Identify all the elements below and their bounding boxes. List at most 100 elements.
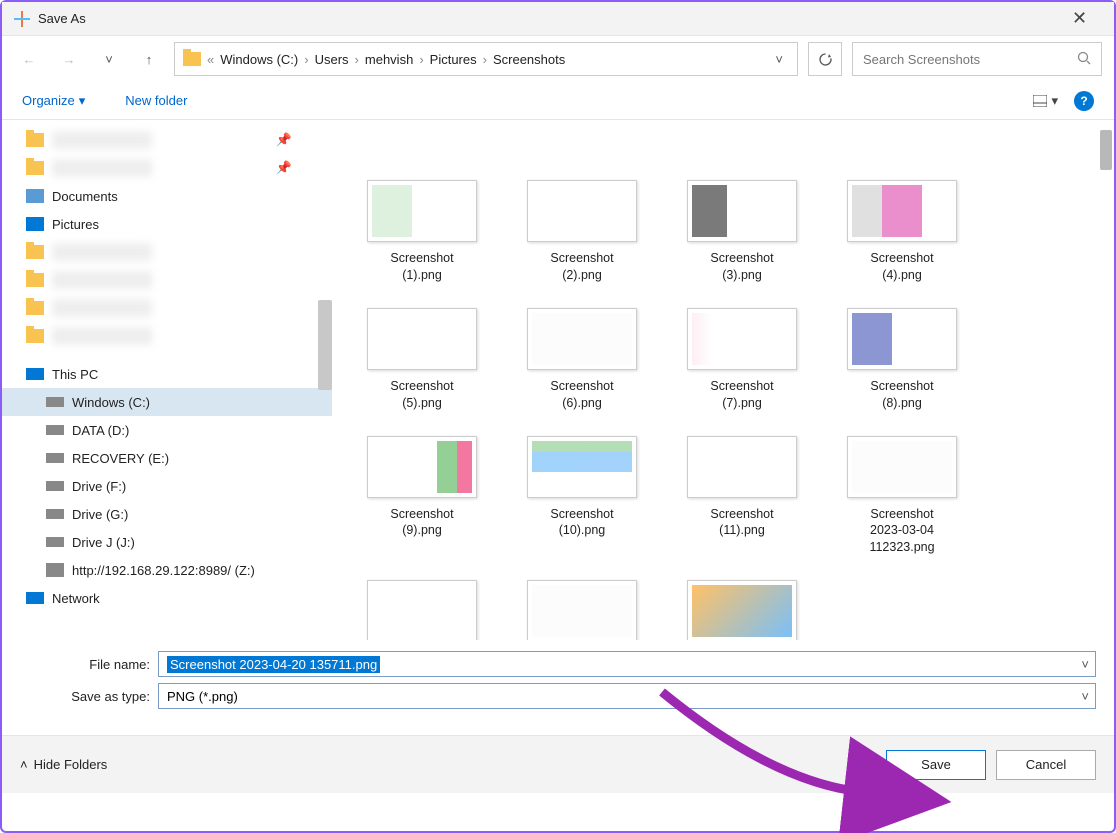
file-item[interactable]: Screenshot(6).png [522,308,642,412]
file-label: Screenshot(2).png [550,250,613,284]
breadcrumb-item[interactable]: Screenshots [489,52,569,67]
drive-icon [46,481,64,491]
file-item[interactable]: Screenshot(11).png [682,436,802,557]
file-thumbnail [687,308,797,370]
nav-recent-button[interactable]: ˅ [94,44,124,74]
sidebar-item-drive[interactable]: Drive J (J:) [2,528,332,556]
file-item[interactable]: Screenshot(4).png [842,180,962,284]
cancel-button[interactable]: Cancel [996,750,1096,780]
file-item[interactable]: Screenshot(1).png [362,180,482,284]
breadcrumb-item[interactable]: Windows (C:) [216,52,302,67]
sidebar-item-drive[interactable]: Windows (C:) [2,388,332,416]
close-button[interactable]: ✕ [1057,8,1102,29]
breadcrumb-item[interactable]: Pictures [426,52,481,67]
address-bar[interactable]: « Windows (C:)› Users› mehvish› Pictures… [174,42,798,76]
file-label: Screenshot(5).png [390,378,453,412]
file-thumbnail [527,308,637,370]
folder-icon [26,133,44,147]
file-item[interactable]: Screenshot(5).png [362,308,482,412]
navigation-pane: 📌 📌 Documents Pictures This PC Windows (… [2,120,332,640]
drive-icon [46,509,64,519]
content-scrollbar[interactable] [1100,130,1112,170]
hide-folders-button[interactable]: ˄ Hide Folders [20,757,107,772]
search-icon [1077,51,1091,68]
file-item[interactable]: Screenshot(3).png [682,180,802,284]
file-label: Screenshot(1).png [390,250,453,284]
nav-up-button[interactable]: ↑ [134,44,164,74]
filename-input[interactable]: Screenshot 2023-04-20 135711.png ˅ [158,651,1096,677]
file-item[interactable]: Screenshot(8).png [842,308,962,412]
file-thumbnail [527,180,637,242]
file-label: Screenshot(3).png [710,250,773,284]
nav-back-button[interactable]: ← [14,44,44,74]
file-item[interactable]: Screenshot2023-03-04112429.png [522,580,642,640]
filetype-select[interactable]: PNG (*.png) ˅ [158,683,1096,709]
file-label: Screenshot(7).png [710,378,773,412]
sidebar-item-netdrive[interactable]: http://192.168.29.122:8989/ (Z:) [2,556,332,584]
sidebar-item[interactable] [2,238,332,266]
breadcrumb-item[interactable]: Users [311,52,353,67]
file-thumbnail [527,580,637,640]
file-item[interactable]: Screenshot(10).png [522,436,642,557]
file-thumbnail [367,436,477,498]
sidebar-item[interactable] [2,322,332,350]
sidebar-item-thispc[interactable]: This PC [2,360,332,388]
folder-icon [26,301,44,315]
search-box[interactable] [852,42,1102,76]
file-thumbnail [367,580,477,640]
chevron-down-icon: ▾ [79,93,86,109]
sidebar-item-drive[interactable]: DATA (D:) [2,416,332,444]
folder-icon [183,52,201,66]
new-folder-button[interactable]: New folder [125,93,187,108]
sidebar-scrollbar[interactable] [318,300,332,390]
sidebar-item-pictures[interactable]: Pictures [2,210,332,238]
file-item[interactable]: Screenshot(9).png [362,436,482,557]
search-input[interactable] [863,52,1077,67]
file-item[interactable]: Screenshot2023-03-04112443.png [682,580,802,640]
view-options-button[interactable]: ▾ [1033,93,1058,109]
nav-forward-button[interactable]: → [54,44,84,74]
chevron-right-icon: › [302,52,310,67]
sidebar-item-drive[interactable]: RECOVERY (E:) [2,444,332,472]
file-thumbnail [687,580,797,640]
file-label: Screenshot(11).png [710,506,773,540]
chevron-down-icon[interactable]: ˅ [1081,689,1089,704]
save-button[interactable]: Save [886,750,986,780]
help-button[interactable]: ? [1074,91,1094,111]
breadcrumb-item[interactable]: mehvish [361,52,417,67]
sidebar-item[interactable]: 📌 [2,154,332,182]
drive-icon [46,537,64,547]
chevron-down-icon: ▾ [1051,93,1058,109]
file-label: Screenshot(6).png [550,378,613,412]
chevron-down-icon[interactable]: ˅ [1081,657,1089,672]
sidebar-item[interactable] [2,266,332,294]
file-item[interactable]: Screenshot(7).png [682,308,802,412]
file-thumbnail [687,436,797,498]
breadcrumb-overflow[interactable]: « [207,52,214,67]
drive-icon [46,397,64,407]
organize-menu[interactable]: Organize ▾ [22,93,85,109]
network-drive-icon [46,563,64,577]
app-icon [14,11,30,27]
filetype-label: Save as type: [20,689,150,704]
sidebar-item[interactable] [2,294,332,322]
file-item[interactable]: Screenshot(2).png [522,180,642,284]
folder-icon [26,329,44,343]
sidebar-item-documents[interactable]: Documents [2,182,332,210]
file-item[interactable]: Screenshot2023-03-04112323.png [842,436,962,557]
file-thumbnail [527,436,637,498]
file-item[interactable]: Screenshot2023-03-04112416.png [362,580,482,640]
chevron-right-icon: › [417,52,425,67]
sidebar-item-drive[interactable]: Drive (F:) [2,472,332,500]
file-thumbnail [687,180,797,242]
sidebar-item-network[interactable]: Network [2,584,332,612]
pictures-icon [26,217,44,231]
folder-icon [26,161,44,175]
address-dropdown[interactable]: ˅ [769,52,789,67]
refresh-button[interactable] [808,42,842,76]
sidebar-item-drive[interactable]: Drive (G:) [2,500,332,528]
file-label: Screenshot(4).png [870,250,933,284]
chevron-up-icon: ˄ [20,757,28,772]
sidebar-item[interactable]: 📌 [2,126,332,154]
file-label: Screenshot(10).png [550,506,613,540]
